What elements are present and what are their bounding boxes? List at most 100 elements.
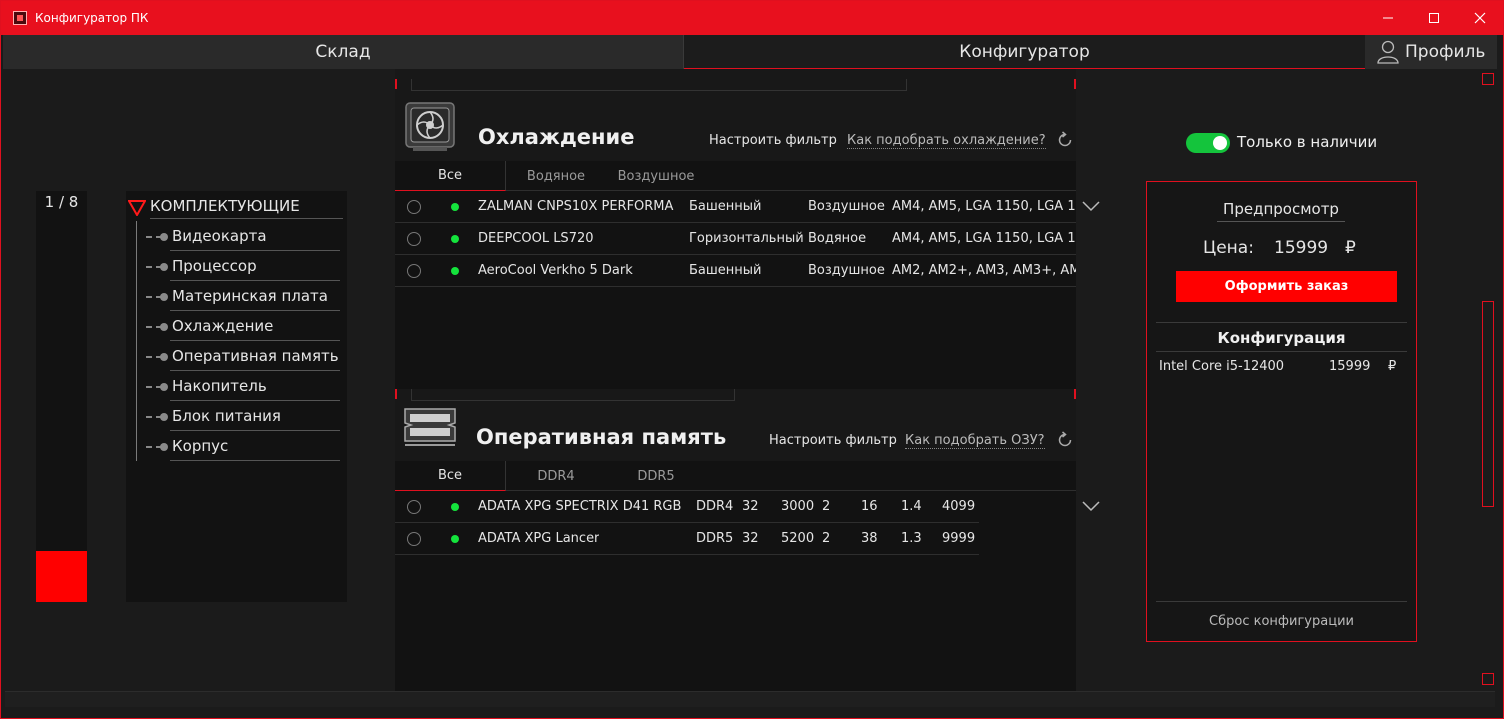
tab-cooling-all[interactable]: Все: [395, 161, 506, 191]
close-button[interactable]: [1457, 1, 1503, 35]
tree-item-label: Видеокарта: [170, 224, 340, 251]
select-radio[interactable]: [407, 532, 421, 546]
divider: [1156, 601, 1407, 602]
cooling-section: Охлаждение Настроить фильтр Как подобрат…: [395, 91, 1076, 389]
maximize-button[interactable]: [1411, 1, 1457, 35]
tree-item-storage[interactable]: Накопитель: [146, 372, 342, 402]
tree-node-icon: [146, 443, 170, 451]
panel-marker: [1074, 79, 1076, 89]
tab-cooling-air[interactable]: Воздушное: [606, 161, 706, 191]
minimize-button[interactable]: [1365, 1, 1411, 35]
sockets: AM4, AM5, LGA 1150, LGA 1151: [892, 231, 1076, 246]
tree-item-case[interactable]: Корпус: [146, 432, 342, 462]
price-currency: ₽: [1345, 238, 1356, 258]
tree-item-cooling[interactable]: Охлаждение: [146, 312, 342, 342]
tree-line: [136, 221, 137, 461]
product-name: DEEPCOOL LS720: [478, 231, 594, 246]
in-stock-indicator: [451, 235, 459, 243]
cooling-type: Воздушное: [808, 199, 885, 214]
table-row[interactable]: ADATA XPG Lancer DDR5 32 5200 2 38 1.3 9…: [395, 523, 979, 555]
window-title: Конфигуратор ПК: [35, 11, 149, 25]
select-radio[interactable]: [407, 200, 421, 214]
in-stock-indicator: [451, 503, 459, 511]
ram-filter-button[interactable]: Настроить фильтр: [769, 433, 897, 448]
scroll-thumb[interactable]: [1482, 301, 1494, 507]
divider: [1156, 351, 1407, 352]
form-factor: Горизонтальный: [689, 231, 804, 246]
tab-ram-ddr4[interactable]: DDR4: [506, 461, 606, 491]
cooling-title: Охлаждение: [478, 125, 635, 149]
table-row[interactable]: AeroCool Verkho 5 Dark Башенный Воздушно…: [395, 255, 1076, 287]
main-tabs: Склад Конфигуратор Профиль: [3, 35, 1497, 69]
in-stock-indicator: [451, 203, 459, 211]
ram-section: Оперативная память Настроить фильтр Как …: [395, 391, 1076, 691]
table-row[interactable]: ADATA XPG SPECTRIX D41 RGB DDR4 32 3000 …: [395, 491, 979, 523]
memory-size: 32: [742, 499, 759, 514]
memory-size: 32: [742, 531, 759, 546]
components-panel[interactable]: Охлаждение Настроить фильтр Как подобрат…: [395, 69, 1076, 691]
reset-configuration-button[interactable]: Сброс конфигурации: [1147, 614, 1416, 629]
app-window: Конфигуратор ПК Склад Конфигуратор Профи…: [0, 0, 1504, 719]
progress-bar: 1 / 8: [36, 191, 87, 602]
tree-item-label: Накопитель: [170, 374, 340, 401]
table-row[interactable]: ZALMAN CNPS10X PERFORMA Башенный Воздушн…: [395, 191, 1076, 223]
tree-item-motherboard[interactable]: Материнская плата: [146, 282, 342, 312]
memory-type: DDR5: [696, 531, 734, 546]
scroll-up-arrow[interactable]: [1482, 73, 1494, 85]
tab-warehouse[interactable]: Склад: [3, 35, 684, 69]
cooling-filter-button[interactable]: Настроить фильтр: [709, 133, 837, 148]
tree-item-ram[interactable]: Оперативная память: [146, 342, 342, 372]
product-name: ADATA XPG Lancer: [478, 531, 600, 546]
ram-filter-tabs: Все DDR4 DDR5: [395, 461, 1076, 491]
scroll-down-arrow[interactable]: [1482, 673, 1494, 685]
ram-icon: [404, 408, 456, 446]
app-icon: [13, 11, 27, 25]
memory-frequency: 5200: [781, 531, 815, 546]
price: 4099: [942, 499, 976, 514]
tree-node-icon: [146, 323, 170, 331]
vertical-scrollbar[interactable]: [1480, 69, 1496, 689]
tab-configurator[interactable]: Конфигуратор: [684, 35, 1365, 69]
cooler-icon: [405, 102, 455, 151]
refresh-icon[interactable]: [1056, 131, 1074, 149]
voltage: 1.3: [901, 531, 922, 546]
memory-type: DDR4: [696, 499, 734, 514]
tree-item-gpu[interactable]: Видеокарта: [146, 222, 342, 252]
sockets: AM4, AM5, LGA 1150, LGA 1151: [892, 199, 1076, 214]
ram-header: Оперативная память Настроить фильтр Как …: [395, 391, 1076, 461]
price: 9999: [942, 531, 976, 546]
cas-latency: 38: [861, 531, 878, 546]
ram-help-link[interactable]: Как подобрать ОЗУ?: [905, 433, 1045, 449]
price-label: Цена:: [1203, 238, 1254, 258]
chevron-down-icon[interactable]: [1082, 200, 1100, 212]
tab-cooling-water[interactable]: Водяное: [506, 161, 606, 191]
in-stock-indicator: [451, 267, 459, 275]
user-icon: [1377, 40, 1399, 64]
progress-fill: [36, 551, 87, 602]
tree-header[interactable]: КОМПЛЕКТУЮЩИЕ: [128, 197, 343, 219]
refresh-icon[interactable]: [1056, 431, 1074, 449]
price-value: 15999: [1274, 238, 1329, 258]
select-radio[interactable]: [407, 232, 421, 246]
tab-ram-all[interactable]: Все: [395, 461, 506, 491]
horizontal-scrollbar[interactable]: [5, 691, 1495, 707]
form-factor: Башенный: [689, 199, 762, 214]
table-row[interactable]: DEEPCOOL LS720 Горизонтальный Водяное AM…: [395, 223, 1076, 255]
availability-toggle[interactable]: [1186, 133, 1230, 153]
cooling-help-link[interactable]: Как подобрать охлаждение?: [847, 133, 1046, 149]
close-icon: [1474, 12, 1486, 24]
tree-item-cpu[interactable]: Процессор: [146, 252, 342, 282]
select-radio[interactable]: [407, 500, 421, 514]
title-bar[interactable]: Конфигуратор ПК: [1, 1, 1503, 35]
select-radio[interactable]: [407, 264, 421, 278]
minimize-icon: [1383, 17, 1393, 19]
cas-latency: 16: [861, 499, 878, 514]
ram-list: ADATA XPG SPECTRIX D41 RGB DDR4 32 3000 …: [395, 491, 1076, 691]
tree-node-icon: [146, 233, 170, 241]
tab-ram-ddr5[interactable]: DDR5: [606, 461, 706, 491]
tab-profile[interactable]: Профиль: [1365, 35, 1497, 69]
tree-node-icon: [146, 383, 170, 391]
chevron-down-icon[interactable]: [1082, 500, 1100, 512]
order-button[interactable]: Оформить заказ: [1176, 271, 1397, 302]
tree-item-psu[interactable]: Блок питания: [146, 402, 342, 432]
